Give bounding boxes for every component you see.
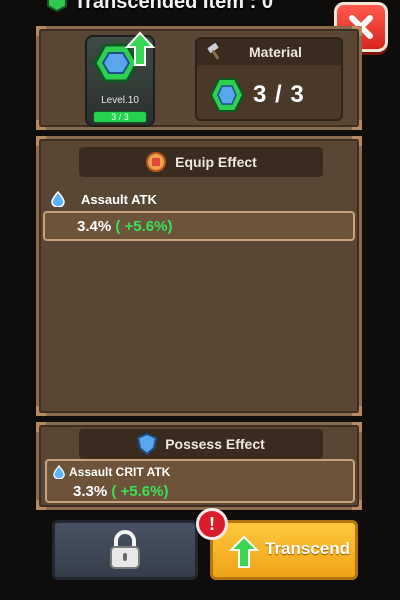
item-card[interactable]: Level.10 3 / 3 [85, 31, 155, 127]
equip-stat-bar: 3.4% ( +5.6%) [43, 211, 355, 241]
panel-corner [36, 406, 46, 416]
hammer-icon [207, 43, 220, 60]
material-label: Material [249, 44, 302, 60]
transcend-label: Transcend [265, 539, 351, 558]
page-title: Transcended Item : 0 [74, 0, 273, 13]
padlock-icon [110, 530, 140, 569]
hexagon-gem-icon [209, 78, 245, 112]
item-progress-text: 3 / 3 [111, 112, 129, 122]
equip-stat-value: 3.4% ( +5.6%) [77, 218, 172, 235]
alert-icon: ! [209, 513, 215, 534]
possess-stat-name: Assault CRIT ATK [69, 465, 171, 479]
possess-stat-bonus: ( +5.6%) [111, 483, 169, 500]
alert-badge: ! [196, 508, 228, 540]
panel-corner [36, 26, 46, 36]
equip-effect-header: Equip Effect [79, 147, 323, 177]
medal-icon [146, 152, 167, 172]
lock-button[interactable] [52, 520, 198, 580]
water-drop-icon [51, 191, 65, 207]
possess-effect-title: Possess Effect [165, 436, 265, 452]
panel-corner [36, 500, 46, 510]
green-gem-icon [47, 0, 67, 12]
possess-stat-base: 3.3% [73, 483, 108, 500]
shield-icon [137, 433, 158, 455]
possess-effect-header: Possess Effect [79, 429, 323, 459]
equip-stat-base: 3.4% [77, 218, 112, 235]
panel-corner [352, 26, 362, 36]
material-box: Material 3 / 3 [195, 37, 343, 121]
possess-effect-panel: Possess Effect Assault CRIT ATK 3.3% ( +… [36, 422, 362, 510]
panel-corner [36, 136, 46, 146]
item-progress-bar: 3 / 3 [93, 111, 147, 123]
panel-corner [36, 120, 46, 130]
panel-corner [352, 136, 362, 146]
material-header: Material [197, 39, 341, 65]
green-up-arrow-icon [125, 31, 155, 66]
transcend-button[interactable]: Transcend [210, 520, 358, 580]
equip-stat-name: Assault ATK [81, 192, 157, 207]
panel-corner [36, 422, 46, 432]
equip-effect-panel: Equip Effect Assault ATK 3.4% ( +5.6%) [36, 136, 362, 416]
possess-stat-bar: Assault CRIT ATK 3.3% ( +5.6%) [45, 459, 355, 503]
equip-effect-title: Equip Effect [175, 154, 257, 170]
possess-stat-value: 3.3% ( +5.6%) [73, 483, 168, 500]
green-up-arrow-icon [229, 535, 259, 568]
panel-corner [352, 406, 362, 416]
panel-corner [352, 120, 362, 130]
material-count: 3 / 3 [253, 81, 305, 108]
water-drop-icon [53, 465, 65, 479]
item-info-panel: Level.10 3 / 3 Material 3 / 3 [36, 26, 362, 130]
panel-corner [352, 422, 362, 432]
equip-stat-bonus: ( +5.6%) [115, 218, 173, 235]
item-level: Level.10 [101, 95, 139, 106]
